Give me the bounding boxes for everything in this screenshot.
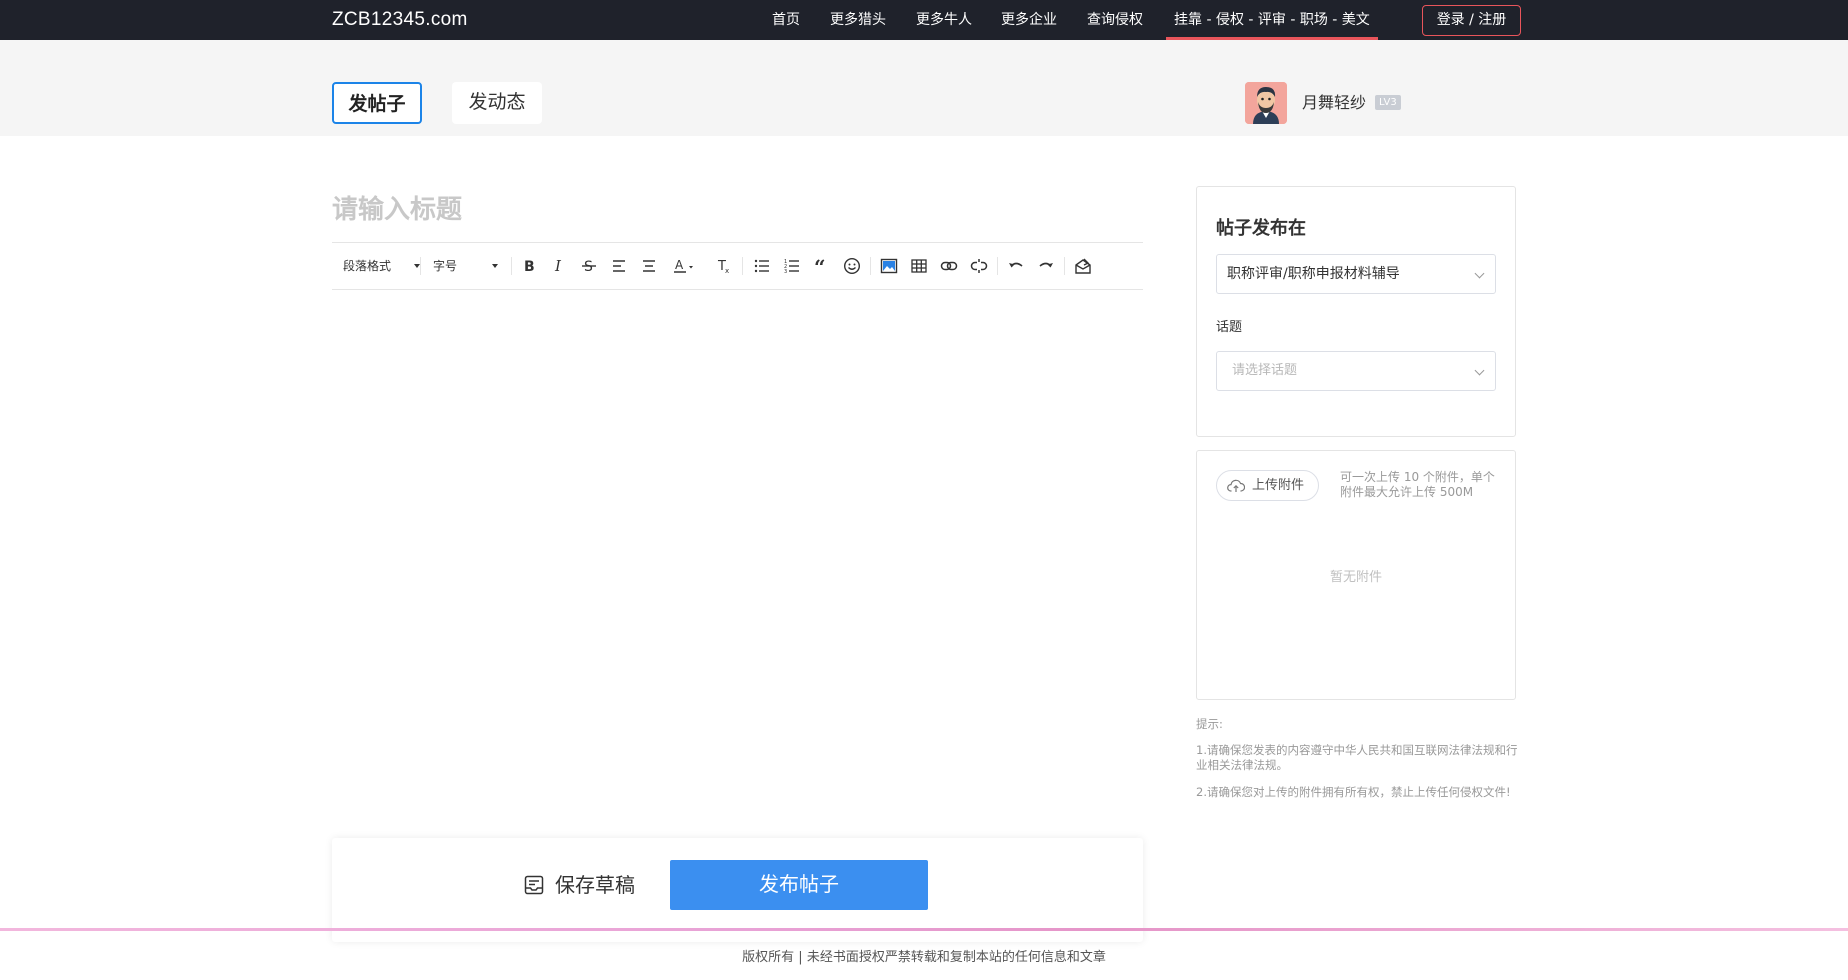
nav-item-talents[interactable]: 更多牛人 [916,0,972,40]
topic-select-placeholder: 请选择话题 [1232,363,1298,378]
topic-label: 话题 [1216,320,1243,335]
svg-text:A: A [675,258,684,272]
clear-format-icon[interactable]: Tx [712,254,736,278]
top-navbar: ZCB12345.com 首页 更多猎头 更多牛人 更多企业 查询侵权 挂靠 -… [0,0,1848,40]
unlink-icon[interactable] [967,254,991,278]
toolbar-divider [511,257,512,275]
login-register-button[interactable]: 登录 / 注册 [1422,5,1521,36]
footer-copyright: 版权所有 | 未经书面授权严禁转载和复制本站的任何信息和文章 [742,950,1106,965]
bold-icon[interactable]: B [517,254,541,278]
svg-text:I: I [554,257,562,275]
align-left-icon[interactable] [607,254,631,278]
save-draft-label: 保存草稿 [555,873,635,897]
svg-text:S: S [584,259,593,275]
emoji-icon[interactable] [840,254,864,278]
svg-text:3: 3 [784,269,787,275]
upload-attachment-label: 上传附件 [1252,478,1305,493]
align-center-icon[interactable] [637,254,661,278]
undo-icon[interactable] [1004,254,1028,278]
svg-text:“: “ [814,257,826,275]
upload-attachment-button[interactable]: 上传附件 [1216,470,1319,501]
nav-item-headhunters[interactable]: 更多猎头 [830,0,886,40]
upload-tip: 可一次上传 10 个附件，单个附件最大允许上传 500M [1340,470,1495,499]
publish-post-button[interactable]: 发布帖子 [670,860,928,910]
empty-attachments-text: 暂无附件 [1329,570,1382,585]
tab-post[interactable]: 发帖子 [332,82,422,124]
username[interactable]: 月舞轻纱 [1302,92,1366,114]
toolbar-divider [1064,257,1065,275]
caret-down-icon [492,264,498,268]
link-icon[interactable] [937,254,961,278]
user-level-badge: LV3 [1375,95,1401,110]
post-title-input[interactable] [332,190,1142,230]
strikethrough-icon[interactable]: S [577,254,601,278]
paragraph-format-select[interactable]: 段落格式 [343,243,420,289]
font-size-select[interactable]: 字号 [433,243,503,289]
hint-item-2: 2.请确保您对上传的附件拥有所有权，禁止上传任何侵权文件! [1196,785,1511,799]
italic-icon[interactable]: I [547,254,571,278]
save-draft-button[interactable]: 保存草稿 [523,870,635,900]
editor-toolbar: 段落格式 字号 B I S A Tx 123 “ [332,242,1143,290]
toolbar-divider [997,257,998,275]
numbered-list-icon[interactable]: 123 [780,254,804,278]
font-size-label: 字号 [433,259,458,273]
bullet-list-icon[interactable] [750,254,774,278]
svg-text:B: B [524,259,535,275]
cloud-upload-icon [1227,479,1245,492]
publish-location-title: 帖子发布在 [1216,218,1306,239]
avatar[interactable] [1245,82,1287,124]
draft-box-icon [524,875,544,895]
font-color-icon[interactable]: A [670,254,698,278]
redo-icon[interactable] [1034,254,1058,278]
toolbar-divider [420,257,421,275]
toolbar-divider [742,257,743,275]
table-icon[interactable] [907,254,931,278]
quote-icon[interactable]: “ [810,254,834,278]
paragraph-format-label: 段落格式 [343,259,392,273]
topic-select[interactable]: 请选择话题 [1216,351,1496,391]
chevron-down-icon [1474,365,1485,376]
avatar-illustration [1245,82,1287,124]
nav-item-companies[interactable]: 更多企业 [1001,0,1057,40]
image-icon[interactable] [877,254,901,278]
hints-title: 提示: [1196,717,1223,731]
category-select-value: 职称评审/职称申报材料辅导 [1227,266,1400,282]
svg-text:x: x [725,267,729,275]
post-type-band: 发帖子 发动态 月舞轻纱 LV3 [0,40,1848,136]
footer-divider [0,928,1848,931]
toolbar-divider [870,257,871,275]
category-select[interactable]: 职称评审/职称申报材料辅导 [1216,254,1496,294]
tab-status[interactable]: 发动态 [452,82,542,124]
nav-item-infringement-query[interactable]: 查询侵权 [1087,0,1143,40]
chevron-down-icon [1474,268,1485,279]
site-logo[interactable]: ZCB12345.com [332,0,468,40]
hint-item-1: 1.请确保您发表的内容遵守中华人民共和国互联网法律法规和行业相关法律法规。 [1196,743,1518,772]
nav-item-home[interactable]: 首页 [772,0,800,40]
nav-item-community[interactable]: 挂靠 - 侵权 - 评审 - 职场 - 美文 [1166,0,1378,40]
draft-icon[interactable] [1071,254,1095,278]
